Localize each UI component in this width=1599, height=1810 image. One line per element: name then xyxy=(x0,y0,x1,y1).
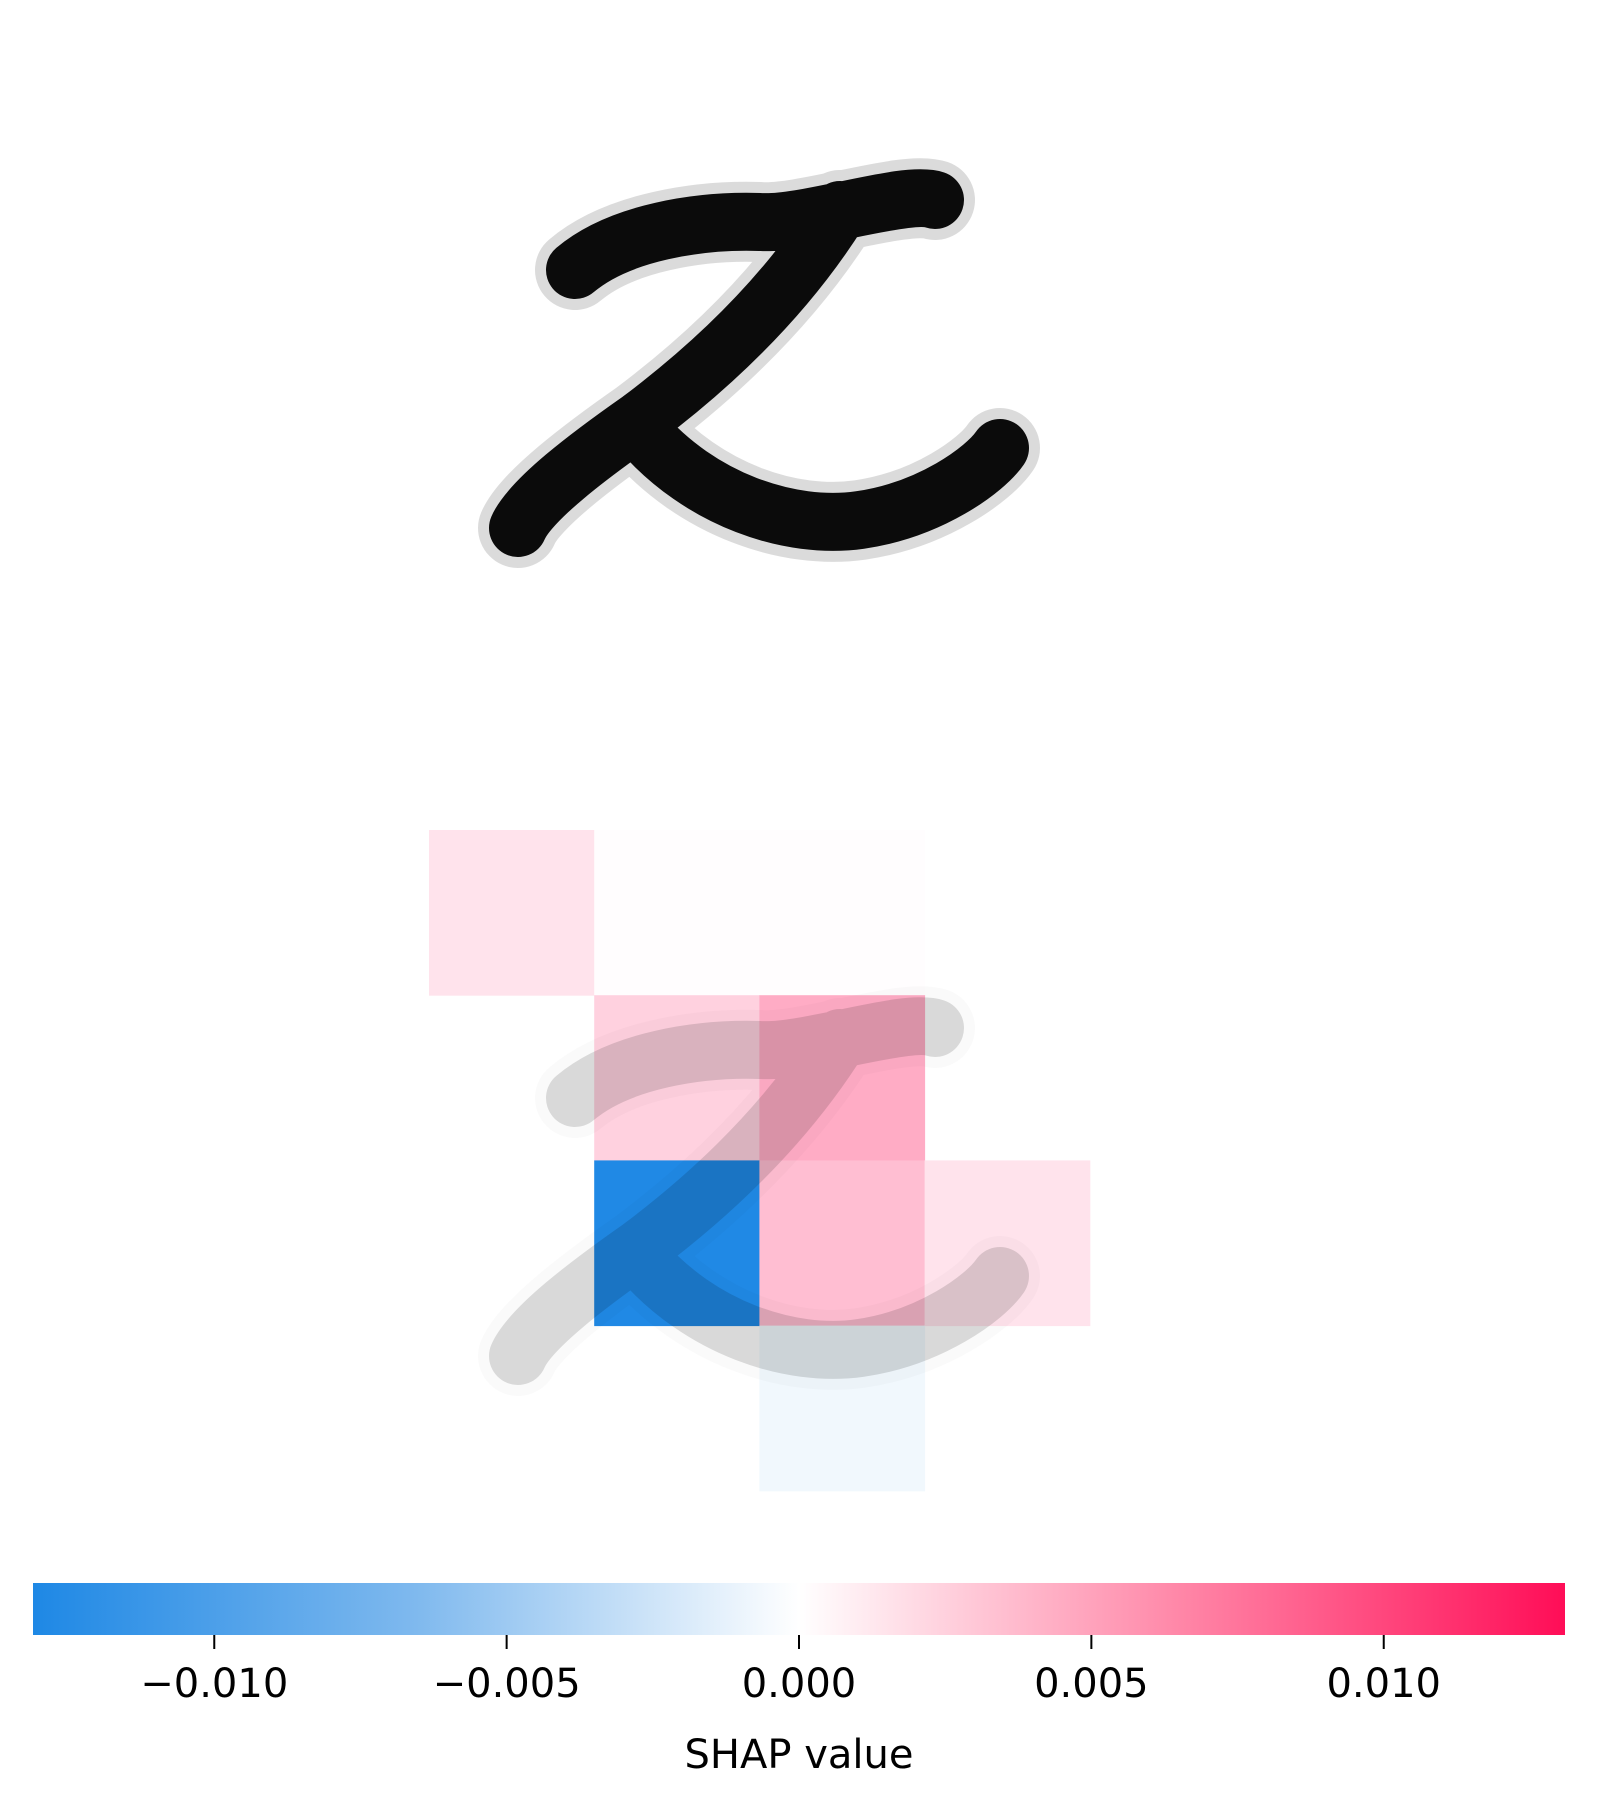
colorbar-gradient xyxy=(33,1583,1565,1635)
input-digit-group xyxy=(478,158,1040,568)
shap-figure: −0.010 −0.005 0.000 0.005 0.010 SHAP value xyxy=(33,158,1565,1778)
colorbar-tick-label: 0.005 xyxy=(1034,1661,1149,1707)
input-digit-image xyxy=(478,158,1040,568)
shap-block-1 xyxy=(594,830,760,996)
input-digit-halo xyxy=(478,158,1040,568)
colorbar: −0.010 −0.005 0.000 0.005 0.010 SHAP value xyxy=(33,1583,1565,1778)
colorbar-tick-label: −0.010 xyxy=(140,1661,288,1707)
colorbar-tick-label: −0.005 xyxy=(433,1661,581,1707)
colorbar-label: SHAP value xyxy=(685,1732,914,1778)
colorbar-tick-label: 0.000 xyxy=(742,1661,857,1707)
shap-heatmap xyxy=(429,830,1091,1492)
colorbar-ticks: −0.010 −0.005 0.000 0.005 0.010 xyxy=(140,1635,1441,1707)
colorbar-tick-label: 0.010 xyxy=(1326,1661,1441,1707)
shap-block-2 xyxy=(759,830,926,996)
shap-block-0 xyxy=(429,830,595,996)
